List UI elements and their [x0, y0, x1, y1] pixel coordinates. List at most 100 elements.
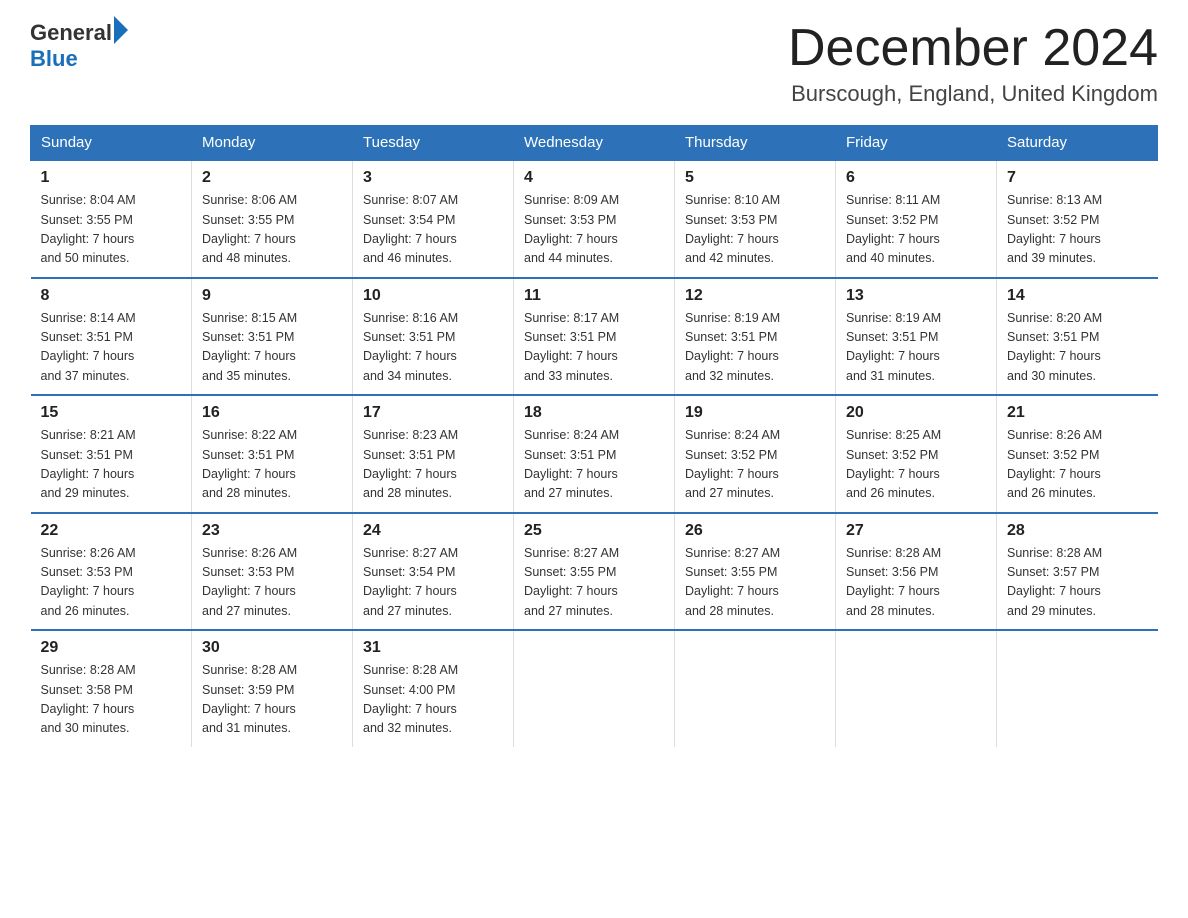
day-cell: 25 Sunrise: 8:27 AM Sunset: 3:55 PM Dayl… — [514, 513, 675, 631]
week-row-3: 15 Sunrise: 8:21 AM Sunset: 3:51 PM Dayl… — [31, 395, 1158, 513]
col-wednesday: Wednesday — [514, 126, 675, 161]
day-number: 5 — [685, 169, 825, 187]
day-number: 23 — [202, 522, 342, 540]
calendar-body: 1 Sunrise: 8:04 AM Sunset: 3:55 PM Dayli… — [31, 160, 1158, 747]
col-friday: Friday — [836, 126, 997, 161]
day-info: Sunrise: 8:19 AM Sunset: 3:51 PM Dayligh… — [685, 309, 825, 387]
day-cell: 23 Sunrise: 8:26 AM Sunset: 3:53 PM Dayl… — [192, 513, 353, 631]
day-info: Sunrise: 8:19 AM Sunset: 3:51 PM Dayligh… — [846, 309, 986, 387]
day-number: 27 — [846, 522, 986, 540]
col-sunday: Sunday — [31, 126, 192, 161]
day-cell: 6 Sunrise: 8:11 AM Sunset: 3:52 PM Dayli… — [836, 160, 997, 278]
day-info: Sunrise: 8:27 AM Sunset: 3:55 PM Dayligh… — [685, 544, 825, 622]
day-cell: 24 Sunrise: 8:27 AM Sunset: 3:54 PM Dayl… — [353, 513, 514, 631]
col-thursday: Thursday — [675, 126, 836, 161]
day-number: 18 — [524, 404, 664, 422]
calendar-header: Sunday Monday Tuesday Wednesday Thursday… — [31, 126, 1158, 161]
day-number: 6 — [846, 169, 986, 187]
day-cell — [836, 630, 997, 747]
day-number: 12 — [685, 287, 825, 305]
day-number: 14 — [1007, 287, 1148, 305]
day-info: Sunrise: 8:06 AM Sunset: 3:55 PM Dayligh… — [202, 191, 342, 269]
day-cell: 31 Sunrise: 8:28 AM Sunset: 4:00 PM Dayl… — [353, 630, 514, 747]
week-row-2: 8 Sunrise: 8:14 AM Sunset: 3:51 PM Dayli… — [31, 278, 1158, 396]
day-number: 1 — [41, 169, 182, 187]
day-number: 21 — [1007, 404, 1148, 422]
day-cell: 5 Sunrise: 8:10 AM Sunset: 3:53 PM Dayli… — [675, 160, 836, 278]
day-info: Sunrise: 8:24 AM Sunset: 3:51 PM Dayligh… — [524, 426, 664, 504]
day-info: Sunrise: 8:20 AM Sunset: 3:51 PM Dayligh… — [1007, 309, 1148, 387]
day-info: Sunrise: 8:25 AM Sunset: 3:52 PM Dayligh… — [846, 426, 986, 504]
day-cell: 4 Sunrise: 8:09 AM Sunset: 3:53 PM Dayli… — [514, 160, 675, 278]
day-number: 31 — [363, 639, 503, 657]
day-cell: 19 Sunrise: 8:24 AM Sunset: 3:52 PM Dayl… — [675, 395, 836, 513]
day-info: Sunrise: 8:27 AM Sunset: 3:54 PM Dayligh… — [363, 544, 503, 622]
col-monday: Monday — [192, 126, 353, 161]
day-cell: 2 Sunrise: 8:06 AM Sunset: 3:55 PM Dayli… — [192, 160, 353, 278]
day-cell: 21 Sunrise: 8:26 AM Sunset: 3:52 PM Dayl… — [997, 395, 1158, 513]
day-info: Sunrise: 8:11 AM Sunset: 3:52 PM Dayligh… — [846, 191, 986, 269]
day-cell: 29 Sunrise: 8:28 AM Sunset: 3:58 PM Dayl… — [31, 630, 192, 747]
day-info: Sunrise: 8:07 AM Sunset: 3:54 PM Dayligh… — [363, 191, 503, 269]
day-cell: 9 Sunrise: 8:15 AM Sunset: 3:51 PM Dayli… — [192, 278, 353, 396]
header-row: Sunday Monday Tuesday Wednesday Thursday… — [31, 126, 1158, 161]
day-info: Sunrise: 8:28 AM Sunset: 3:59 PM Dayligh… — [202, 661, 342, 739]
week-row-1: 1 Sunrise: 8:04 AM Sunset: 3:55 PM Dayli… — [31, 160, 1158, 278]
day-info: Sunrise: 8:24 AM Sunset: 3:52 PM Dayligh… — [685, 426, 825, 504]
col-tuesday: Tuesday — [353, 126, 514, 161]
day-info: Sunrise: 8:16 AM Sunset: 3:51 PM Dayligh… — [363, 309, 503, 387]
day-number: 29 — [41, 639, 182, 657]
day-info: Sunrise: 8:21 AM Sunset: 3:51 PM Dayligh… — [41, 426, 182, 504]
day-info: Sunrise: 8:28 AM Sunset: 3:57 PM Dayligh… — [1007, 544, 1148, 622]
day-cell: 18 Sunrise: 8:24 AM Sunset: 3:51 PM Dayl… — [514, 395, 675, 513]
location-title: Burscough, England, United Kingdom — [788, 81, 1158, 107]
day-cell: 10 Sunrise: 8:16 AM Sunset: 3:51 PM Dayl… — [353, 278, 514, 396]
logo-blue-text: Blue — [30, 46, 128, 72]
day-cell: 13 Sunrise: 8:19 AM Sunset: 3:51 PM Dayl… — [836, 278, 997, 396]
day-cell: 16 Sunrise: 8:22 AM Sunset: 3:51 PM Dayl… — [192, 395, 353, 513]
day-cell — [997, 630, 1158, 747]
day-cell: 3 Sunrise: 8:07 AM Sunset: 3:54 PM Dayli… — [353, 160, 514, 278]
day-info: Sunrise: 8:17 AM Sunset: 3:51 PM Dayligh… — [524, 309, 664, 387]
day-info: Sunrise: 8:09 AM Sunset: 3:53 PM Dayligh… — [524, 191, 664, 269]
month-title: December 2024 — [788, 20, 1158, 77]
week-row-5: 29 Sunrise: 8:28 AM Sunset: 3:58 PM Dayl… — [31, 630, 1158, 747]
day-number: 20 — [846, 404, 986, 422]
day-number: 17 — [363, 404, 503, 422]
day-number: 2 — [202, 169, 342, 187]
day-number: 4 — [524, 169, 664, 187]
day-cell: 20 Sunrise: 8:25 AM Sunset: 3:52 PM Dayl… — [836, 395, 997, 513]
day-cell: 15 Sunrise: 8:21 AM Sunset: 3:51 PM Dayl… — [31, 395, 192, 513]
day-number: 8 — [41, 287, 182, 305]
logo-general: General — [30, 20, 112, 46]
day-number: 9 — [202, 287, 342, 305]
day-info: Sunrise: 8:13 AM Sunset: 3:52 PM Dayligh… — [1007, 191, 1148, 269]
day-number: 11 — [524, 287, 664, 305]
day-info: Sunrise: 8:28 AM Sunset: 4:00 PM Dayligh… — [363, 661, 503, 739]
title-area: December 2024 Burscough, England, United… — [788, 20, 1158, 107]
day-number: 30 — [202, 639, 342, 657]
day-number: 19 — [685, 404, 825, 422]
day-info: Sunrise: 8:10 AM Sunset: 3:53 PM Dayligh… — [685, 191, 825, 269]
day-number: 3 — [363, 169, 503, 187]
col-saturday: Saturday — [997, 126, 1158, 161]
day-number: 24 — [363, 522, 503, 540]
day-cell: 27 Sunrise: 8:28 AM Sunset: 3:56 PM Dayl… — [836, 513, 997, 631]
day-cell: 1 Sunrise: 8:04 AM Sunset: 3:55 PM Dayli… — [31, 160, 192, 278]
day-cell: 28 Sunrise: 8:28 AM Sunset: 3:57 PM Dayl… — [997, 513, 1158, 631]
day-info: Sunrise: 8:14 AM Sunset: 3:51 PM Dayligh… — [41, 309, 182, 387]
day-cell: 17 Sunrise: 8:23 AM Sunset: 3:51 PM Dayl… — [353, 395, 514, 513]
day-info: Sunrise: 8:26 AM Sunset: 3:53 PM Dayligh… — [41, 544, 182, 622]
day-cell: 12 Sunrise: 8:19 AM Sunset: 3:51 PM Dayl… — [675, 278, 836, 396]
day-cell: 30 Sunrise: 8:28 AM Sunset: 3:59 PM Dayl… — [192, 630, 353, 747]
day-number: 25 — [524, 522, 664, 540]
page-header: General Blue December 2024 Burscough, En… — [30, 20, 1158, 107]
calendar-table: Sunday Monday Tuesday Wednesday Thursday… — [30, 125, 1158, 747]
day-number: 28 — [1007, 522, 1148, 540]
day-info: Sunrise: 8:27 AM Sunset: 3:55 PM Dayligh… — [524, 544, 664, 622]
day-cell: 22 Sunrise: 8:26 AM Sunset: 3:53 PM Dayl… — [31, 513, 192, 631]
day-number: 26 — [685, 522, 825, 540]
day-info: Sunrise: 8:28 AM Sunset: 3:56 PM Dayligh… — [846, 544, 986, 622]
day-info: Sunrise: 8:26 AM Sunset: 3:53 PM Dayligh… — [202, 544, 342, 622]
day-cell: 11 Sunrise: 8:17 AM Sunset: 3:51 PM Dayl… — [514, 278, 675, 396]
